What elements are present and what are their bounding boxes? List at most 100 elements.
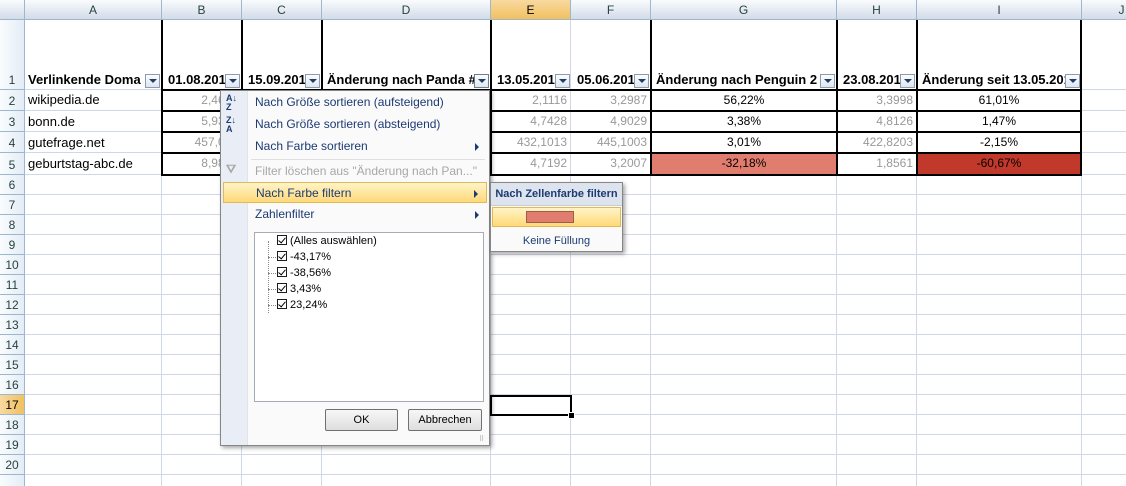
active-cell-selection[interactable] [490,395,572,416]
row-header-20[interactable]: 20 [0,455,25,475]
filter-dropdown-button-a[interactable] [145,74,160,88]
checkbox-checked-icon[interactable] [277,251,287,261]
column-header-g[interactable]: G [651,0,837,20]
row-header-7[interactable]: 7 [0,195,25,215]
number-filter-item[interactable]: Zahlenfilter [223,204,487,225]
column-header-a[interactable]: A [25,0,162,20]
color-option-item[interactable] [492,207,621,227]
row-header-18[interactable]: 18 [0,415,25,435]
cell-f5[interactable]: 3,2007 [572,156,650,174]
filter-value-item[interactable]: 3,43% [277,281,321,297]
cell-a2[interactable]: wikipedia.de [25,92,162,110]
filter-value-label: -43,17% [290,251,331,263]
column-header-i[interactable]: I [917,0,1082,20]
sort-ascending-item[interactable]: A↓ Z Nach Größe sortieren (aufsteigend) [223,92,487,113]
row-header-12[interactable]: 12 [0,295,25,315]
cell-h2[interactable]: 3,3998 [838,93,916,111]
clear-filter-item[interactable]: ⛛ Filter löschen aus "Änderung nach Pan.… [223,161,487,182]
row-header-13[interactable]: 13 [0,315,25,335]
cell-a3[interactable]: bonn.de [25,114,162,132]
cell-e2[interactable]: 2,1116 [492,93,570,111]
checkbox-checked-icon[interactable] [277,267,287,277]
sort-by-color-item[interactable]: Nach Farbe sortieren [223,136,487,157]
column-header-f[interactable]: F [571,0,651,20]
row-header-16[interactable]: 16 [0,375,25,395]
cell-e4[interactable]: 432,1013 [492,135,570,153]
resize-grip-icon[interactable]: ⠿ [479,435,487,443]
filter-by-color-item[interactable]: Nach Farbe filtern [223,182,487,203]
cell-f3[interactable]: 4,9029 [572,114,650,132]
row-header-15[interactable]: 15 [0,355,25,375]
filter-value-item[interactable]: -38,56% [277,265,331,281]
filter-dropdown-button-i[interactable] [1065,74,1080,88]
cell-f4[interactable]: 445,1003 [572,135,650,153]
row-header-4[interactable]: 4 [0,132,25,153]
column-header-h[interactable]: H [837,0,917,20]
cancel-button[interactable]: Abbrechen [408,409,482,431]
row-header-2[interactable]: 2 [0,90,25,111]
row-header-5[interactable]: 5 [0,153,25,175]
filter-dropdown-button-g[interactable] [820,74,835,88]
filter-dropdown-button-d[interactable] [474,74,489,88]
row-header-19[interactable]: 19 [0,435,25,455]
cell-i2[interactable]: 61,01% [918,93,1080,111]
row-header-17[interactable]: 17 [0,395,25,415]
header-cell-e1[interactable]: 13.05.201 [494,72,556,90]
cell-a4[interactable]: gutefrage.net [25,135,162,153]
row-header-21[interactable] [0,475,25,486]
cell-a5[interactable]: geburtstag-abc.de [25,156,162,174]
ok-button[interactable]: OK [325,409,398,431]
sort-descending-item[interactable]: Z↓ A Nach Größe sortieren (absteigend) [223,114,487,135]
column-header-e[interactable]: E [491,0,571,20]
row-header-9[interactable]: 9 [0,235,25,255]
cell-i4[interactable]: -2,15% [918,135,1080,153]
cell-e5[interactable]: 4,7192 [492,156,570,174]
filter-value-item[interactable]: 23,24% [277,297,327,313]
filter-dropdown-button-h[interactable] [900,74,915,88]
cell-f2[interactable]: 3,2987 [572,93,650,111]
header-cell-f1[interactable]: 05.06.201 [574,72,636,90]
row-header-14[interactable]: 14 [0,335,25,355]
filter-value-item[interactable]: -43,17% [277,249,331,265]
cell-i3[interactable]: 1,47% [918,114,1080,132]
cell-i5[interactable]: -60,67% [918,156,1080,174]
row-header-3[interactable]: 3 [0,111,25,132]
header-cell-d1[interactable]: Änderung nach Panda # [324,72,474,90]
cell-h5[interactable]: 1,8561 [838,156,916,174]
cell-g5[interactable]: -32,18% [652,156,836,174]
column-header-d[interactable]: D [322,0,491,20]
filter-dropdown-button-b[interactable] [225,74,240,88]
row-header-6[interactable]: 6 [0,175,25,195]
header-cell-h1[interactable]: 23.08.201 [840,72,902,90]
filter-dropdown-button-f[interactable] [634,74,649,88]
header-cell-g1[interactable]: Änderung nach Penguin 2 [653,72,820,90]
header-cell-b1[interactable]: 01.08.201 [165,72,229,90]
filter-values-list[interactable]: (Alles auswählen) -43,17% -38,56% 3,43% … [254,232,484,402]
cell-g4[interactable]: 3,01% [652,135,836,153]
filter-dropdown-button-c[interactable] [305,74,320,88]
checkbox-checked-icon[interactable] [277,235,287,245]
no-fill-item[interactable]: Keine Füllung [491,231,622,251]
row-number: 1 [8,73,16,87]
checkbox-checked-icon[interactable] [277,299,287,309]
row-header-10[interactable]: 10 [0,255,25,275]
row-header-8[interactable]: 8 [0,215,25,235]
row-header-11[interactable]: 11 [0,275,25,295]
header-cell-i1[interactable]: Änderung seit 13.05.201 [919,72,1065,90]
column-header-j[interactable]: J [1082,0,1126,20]
cell-g2[interactable]: 56,22% [652,93,836,111]
cell-g3[interactable]: 3,38% [652,114,836,132]
cell-h3[interactable]: 4,8126 [838,114,916,132]
column-header-b[interactable]: B [162,0,242,20]
row-header-1[interactable]: 1 [0,20,25,90]
checkbox-checked-icon[interactable] [277,283,287,293]
header-cell-a1[interactable]: Verlinkende Doma [25,72,147,90]
filter-value-select-all[interactable]: (Alles auswählen) [277,233,377,249]
cell-h4[interactable]: 422,8203 [838,135,916,153]
column-header-c[interactable]: C [242,0,322,20]
select-all-corner[interactable] [0,0,25,20]
fill-handle[interactable] [568,412,575,419]
filter-dropdown-button-e[interactable] [555,74,570,88]
cell-e3[interactable]: 4,7428 [492,114,570,132]
header-cell-c1[interactable]: 15.09.201 [245,72,307,90]
